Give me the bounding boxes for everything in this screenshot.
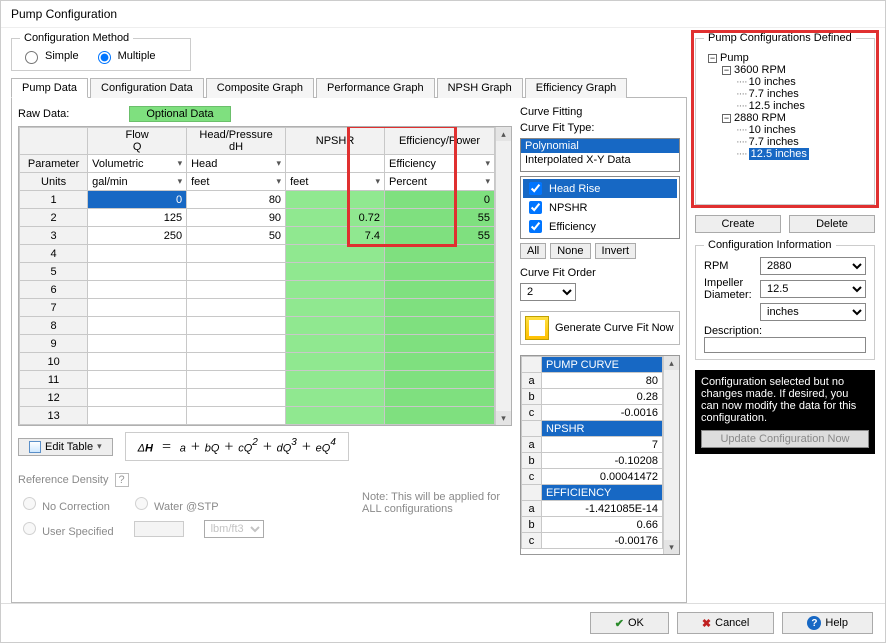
edit-table-button[interactable]: Edit Table ▾ <box>18 438 113 456</box>
table-row[interactable]: 11 <box>20 371 495 389</box>
table-row[interactable]: 7 <box>20 299 495 317</box>
coef-scrollbar[interactable]: ▴ ▾ <box>663 356 679 554</box>
chevron-down-icon: ▾ <box>485 176 490 187</box>
generate-curve-fit-button[interactable]: Generate Curve Fit Now <box>520 311 680 345</box>
density-unit-select: lbm/ft3 <box>204 520 264 538</box>
col-head: Head/Pressure dH <box>187 128 286 155</box>
rpm-select[interactable]: 2880 <box>760 257 866 275</box>
select-all-button[interactable]: All <box>520 243 546 259</box>
ok-button[interactable]: ✔ OK <box>590 612 669 634</box>
chevron-down-icon: ▾ <box>97 441 102 452</box>
tree-item[interactable]: ····12.5 inches <box>708 100 862 112</box>
status-message: Configuration selected but no changes ma… <box>695 370 875 454</box>
tree-item[interactable]: ····7.7 inches <box>708 88 862 100</box>
table-row[interactable]: 12 <box>20 389 495 407</box>
configuration-information-group: Configuration Information RPM 2880 Impel… <box>695 239 875 360</box>
density-value-input <box>134 521 184 537</box>
col-npshr: NPSHR <box>286 128 385 155</box>
tab-efficiency-graph[interactable]: Efficiency Graph <box>525 78 628 98</box>
help-icon: ? <box>807 616 821 630</box>
scroll-down-icon: ▾ <box>496 411 511 425</box>
select-invert-button[interactable]: Invert <box>595 243 637 259</box>
tab-pump-data[interactable]: Pump Data <box>11 78 88 98</box>
radio-no-correction: No Correction <box>18 494 110 513</box>
col-flow: Flow Q <box>88 128 187 155</box>
table-row[interactable]: 10800 <box>20 191 495 209</box>
table-row[interactable]: 6 <box>20 281 495 299</box>
pump-configuration-window: Pump Configuration Configuration Method … <box>0 0 886 643</box>
create-button[interactable]: Create <box>695 215 781 233</box>
curve-fit-series-list[interactable]: Head Rise NPSHR Efficiency <box>520 176 680 239</box>
raw-data-label: Raw Data: <box>18 108 69 120</box>
config-method-group: Configuration Method Simple Multiple <box>11 32 191 71</box>
chevron-down-icon: ▾ <box>178 158 183 169</box>
cancel-icon: ✖ <box>702 617 711 630</box>
optional-data-badge: Optional Data <box>129 106 230 122</box>
table-row[interactable]: 8 <box>20 317 495 335</box>
scroll-down-icon: ▾ <box>664 540 679 554</box>
table-row[interactable]: 13 <box>20 407 495 425</box>
window-title: Pump Configuration <box>1 1 885 28</box>
col-effpow: Efficiency/Power <box>385 128 495 155</box>
impeller-unit-select[interactable]: inches <box>760 303 866 321</box>
tab-npsh-graph[interactable]: NPSH Graph <box>437 78 523 98</box>
table-row[interactable]: 10 <box>20 353 495 371</box>
tree-item[interactable]: ····12.5 inches <box>708 148 862 160</box>
tree-item[interactable]: ····10 inches <box>708 76 862 88</box>
dialog-footer: ✔ OK ✖ Cancel ? Help <box>1 603 885 642</box>
chevron-down-icon: ▾ <box>485 158 490 169</box>
scroll-up-icon: ▴ <box>664 356 679 370</box>
radio-multiple[interactable]: Multiple <box>93 48 156 64</box>
config-tree[interactable]: −Pump −3600 RPM····10 inches····7.7 inch… <box>704 48 866 198</box>
curve-fit-formula: ΔH = a + bQ + cQ2 + dQ3 + eQ4 <box>125 432 349 461</box>
radio-user-specified: User Specified <box>18 519 114 538</box>
curve-fit-type-list[interactable]: Polynomial Interpolated X-Y Data <box>520 138 680 172</box>
tab-performance-graph[interactable]: Performance Graph <box>316 78 435 98</box>
raw-data-grid[interactable]: Flow Q Head/Pressure dH NPSHR Efficiency… <box>18 126 512 426</box>
description-input[interactable] <box>704 337 866 353</box>
table-row[interactable]: 14 <box>20 425 495 426</box>
chevron-down-icon: ▾ <box>277 158 282 169</box>
tab-bar: Pump Data Configuration Data Composite G… <box>11 77 687 98</box>
grid-scrollbar[interactable]: ▴ ▾ <box>495 127 511 425</box>
scroll-up-icon: ▴ <box>496 127 511 141</box>
curve-fit-order-select[interactable]: 2 <box>520 283 576 301</box>
select-none-button[interactable]: None <box>550 243 590 259</box>
cancel-button[interactable]: ✖ Cancel <box>677 612 774 634</box>
tree-item[interactable]: ····7.7 inches <box>708 136 862 148</box>
tree-item[interactable]: ····10 inches <box>708 124 862 136</box>
table-row[interactable]: 3250507.455 <box>20 227 495 245</box>
chevron-down-icon: ▾ <box>277 176 282 187</box>
chevron-down-icon: ▾ <box>375 176 380 187</box>
help-icon[interactable]: ? <box>115 473 129 487</box>
chart-icon <box>525 316 549 340</box>
tab-configuration-data[interactable]: Configuration Data <box>90 78 204 98</box>
impeller-diameter-select[interactable]: 12.5 <box>760 280 866 298</box>
tab-composite-graph[interactable]: Composite Graph <box>206 78 314 98</box>
table-row[interactable]: 2125900.7255 <box>20 209 495 227</box>
table-icon <box>29 441 41 453</box>
reference-density-group: Reference Density ? No Correction Water … <box>18 469 512 542</box>
coefficients-table[interactable]: PUMP CURVEa80b0.28c-0.0016NPSHRa7b-0.102… <box>520 355 680 555</box>
delete-button[interactable]: Delete <box>789 215 875 233</box>
help-button[interactable]: ? Help <box>782 612 873 634</box>
chevron-down-icon: ▾ <box>178 176 183 187</box>
table-row[interactable]: 9 <box>20 335 495 353</box>
radio-simple[interactable]: Simple <box>20 48 79 64</box>
table-row[interactable]: 5 <box>20 263 495 281</box>
table-row[interactable]: 4 <box>20 245 495 263</box>
pump-configurations-group: Pump Configurations Defined −Pump −3600 … <box>695 32 875 205</box>
ok-icon: ✔ <box>615 617 624 630</box>
radio-water-stp: Water @STP <box>130 494 219 513</box>
update-configuration-button[interactable]: Update Configuration Now <box>701 430 869 448</box>
